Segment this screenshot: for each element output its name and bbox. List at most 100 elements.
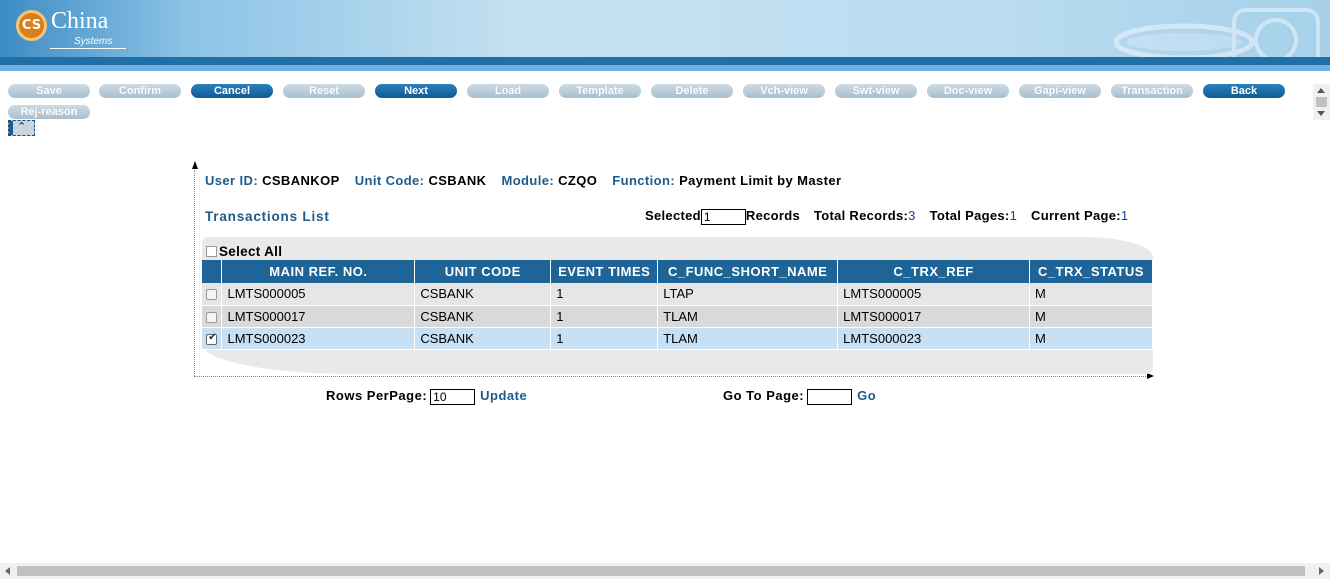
load-button[interactable]: Load	[467, 84, 549, 98]
cancel-button[interactable]: Cancel	[191, 84, 273, 98]
chevron-double-up-icon: ⌃	[17, 121, 27, 133]
transaction-button[interactable]: Transaction	[1111, 84, 1193, 98]
vch-view-button[interactable]: Vch-view	[743, 84, 825, 98]
header-checkbox-col	[202, 260, 223, 283]
rows-per-page-control: Rows PerPage: Update	[326, 388, 527, 405]
doc-view-button[interactable]: Doc-view	[927, 84, 1009, 98]
total-records-label: Total Records:	[813, 208, 909, 223]
rej-reason-button[interactable]: Rej-reason	[8, 105, 90, 119]
function-value: Payment Limit by Master	[679, 173, 842, 188]
function-label: Function:	[612, 173, 676, 188]
select-all-checkbox[interactable]	[206, 246, 217, 257]
table-cell: M	[1029, 305, 1154, 328]
go-to-page-label: Go To Page:	[723, 388, 805, 403]
table-cell: LMTS000023	[837, 327, 1030, 350]
transactions-list-title: Transactions List	[205, 209, 330, 224]
logo-sub: Systems	[74, 36, 113, 47]
select-all[interactable]: Select All	[206, 244, 282, 259]
delete-button[interactable]: Delete	[651, 84, 733, 98]
current-page-label: Current Page:	[1031, 208, 1121, 223]
selected-label: Selected	[645, 208, 701, 223]
scroll-thumb[interactable]	[17, 566, 1305, 576]
banner-band-light	[0, 65, 1330, 71]
go-link[interactable]: Go	[857, 388, 876, 403]
table-cell: CSBANK	[414, 327, 552, 350]
row-checkbox[interactable]	[206, 289, 218, 301]
table-cell: M	[1029, 327, 1154, 350]
table-cell: LTAP	[657, 283, 839, 306]
gapi-view-button[interactable]: Gapi-view	[1019, 84, 1101, 98]
next-button[interactable]: Next	[375, 84, 457, 98]
table-cell: 1	[550, 305, 659, 328]
toggle-bar	[9, 121, 13, 135]
banner-band	[0, 57, 1330, 65]
back-button[interactable]: Back	[1203, 84, 1285, 98]
selected-records-input[interactable]	[700, 208, 746, 225]
scroll-right-icon[interactable]	[1319, 567, 1324, 575]
select-all-label: Select All	[219, 244, 283, 259]
list-stats: Selected Records Total Records:3 Total Pa…	[645, 208, 1138, 225]
reset-button[interactable]: Reset	[283, 84, 365, 98]
scroll-up-icon[interactable]	[1317, 88, 1325, 93]
row-select-cell[interactable]	[202, 283, 223, 306]
logo-name: China	[51, 8, 109, 34]
table-cell: LMTS000017	[221, 305, 416, 328]
table-cell: LMTS000005	[221, 283, 416, 306]
template-button[interactable]: Template	[559, 84, 641, 98]
banner-decoration-icon	[1114, 8, 1320, 57]
unit-code-value: CSBANK	[428, 173, 487, 188]
table-row[interactable]: LMTS000017 CSBANK 1 TLAM LMTS000017 M	[202, 305, 1154, 328]
user-id-value: CSBANKOP	[262, 173, 340, 188]
column-header[interactable]: C_TRX_STATUS	[1029, 260, 1154, 283]
total-pages-label: Total Pages:	[929, 208, 1010, 223]
module-label: Module:	[501, 173, 555, 188]
module-value: CZQO	[558, 173, 598, 188]
column-header[interactable]: UNIT CODE	[414, 260, 552, 283]
frame-bottom-border	[194, 376, 1150, 377]
table-cell: 1	[550, 283, 659, 306]
collapse-toolbar-button[interactable]: ⌃	[8, 120, 35, 136]
frame-left-border	[194, 170, 195, 376]
table-cell: CSBANK	[414, 283, 552, 306]
current-page-value: 1	[1120, 208, 1129, 223]
column-header[interactable]: EVENT TIMES	[550, 260, 659, 283]
records-label: Records	[745, 208, 800, 223]
table-cell: LMTS000023	[221, 327, 416, 350]
table-header-row: MAIN REF. NO. UNIT CODE EVENT TIMES C_FU…	[202, 260, 1154, 283]
total-pages-value: 1	[1009, 208, 1018, 223]
arrow-up-icon	[192, 161, 198, 169]
update-link[interactable]: Update	[480, 388, 527, 403]
scroll-down-icon[interactable]	[1317, 111, 1325, 116]
go-to-page-control: Go To Page: Go	[723, 388, 876, 405]
unit-code-label: Unit Code:	[354, 173, 425, 188]
horizontal-scrollbar[interactable]	[0, 563, 1330, 579]
table-cell: M	[1029, 283, 1154, 306]
header-banner: CS China Systems	[0, 0, 1330, 57]
column-header[interactable]: MAIN REF. NO.	[221, 260, 416, 283]
column-header[interactable]: C_FUNC_SHORT_NAME	[657, 260, 839, 283]
row-checkbox[interactable]	[206, 311, 218, 323]
user-id-label: User ID:	[205, 173, 259, 188]
column-header[interactable]: C_TRX_REF	[837, 260, 1030, 283]
rows-per-page-input[interactable]	[430, 388, 476, 405]
rows-per-page-label: Rows PerPage:	[326, 388, 428, 403]
scroll-left-icon[interactable]	[5, 567, 10, 575]
table-cell: TLAM	[657, 305, 839, 328]
table-cell: LMTS000017	[837, 305, 1030, 328]
swt-view-button[interactable]: Swt-view	[835, 84, 917, 98]
row-checkbox-checked[interactable]	[206, 332, 218, 345]
vertical-scrollbar[interactable]	[1313, 84, 1330, 120]
scroll-thumb[interactable]	[1316, 97, 1327, 107]
go-to-page-input[interactable]	[807, 388, 853, 405]
table-row[interactable]: LMTS000023 CSBANK 1 TLAM LMTS000023 M	[202, 327, 1154, 350]
confirm-button[interactable]: Confirm	[99, 84, 181, 98]
table-cell: 1	[550, 327, 659, 350]
context-info: User ID: CSBANKOP Unit Code: CSBANK Modu…	[205, 173, 852, 188]
cs-badge-icon: CS	[16, 10, 47, 41]
save-button[interactable]: Save	[8, 84, 90, 98]
china-systems-logo: CS China Systems	[14, 8, 144, 52]
table-row[interactable]: LMTS000005 CSBANK 1 LTAP LMTS000005 M	[202, 283, 1154, 306]
transactions-table: MAIN REF. NO. UNIT CODE EVENT TIMES C_FU…	[202, 260, 1154, 350]
row-select-cell[interactable]	[202, 305, 223, 328]
row-select-cell[interactable]	[202, 327, 223, 350]
